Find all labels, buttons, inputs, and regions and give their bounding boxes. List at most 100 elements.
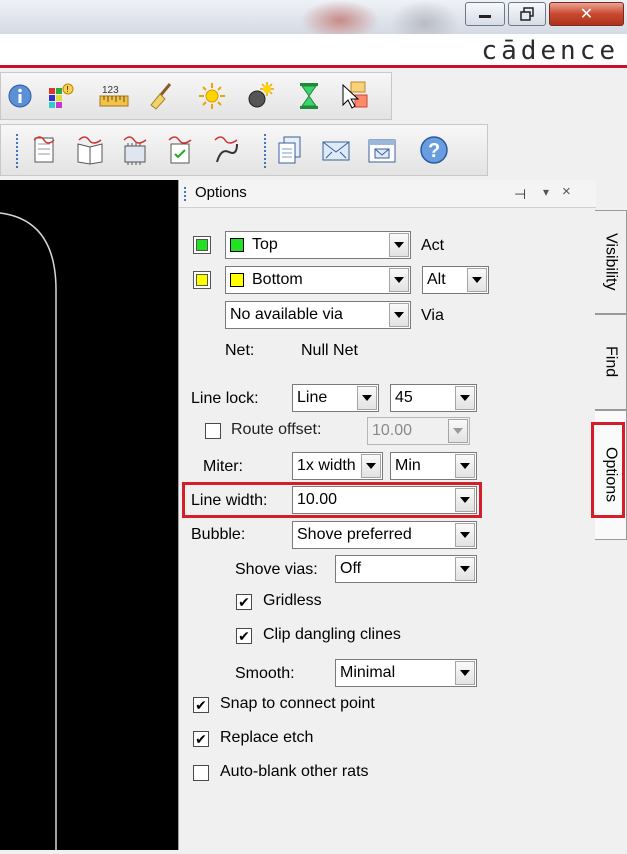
clip-dangling-checkbox[interactable]: ✔ xyxy=(236,628,252,644)
restore-icon xyxy=(520,7,534,21)
chevron-down-icon[interactable] xyxy=(455,454,475,478)
active-layer-select[interactable]: Top xyxy=(225,231,411,259)
chevron-down-icon[interactable] xyxy=(361,454,381,478)
chevron-down-icon[interactable] xyxy=(467,268,487,292)
board-outline xyxy=(0,212,57,850)
copy-docs-icon[interactable] xyxy=(273,133,307,167)
tab-visibility[interactable]: Visibility xyxy=(595,210,627,314)
chevron-down-icon[interactable] xyxy=(455,488,475,512)
chevron-down-icon[interactable] xyxy=(455,386,475,410)
info-icon[interactable] xyxy=(3,79,37,113)
chevron-down-icon[interactable] xyxy=(455,557,475,581)
pin-icon[interactable]: ⊣ xyxy=(514,186,526,203)
options-tab-highlight xyxy=(591,422,625,518)
minimize-button[interactable] xyxy=(465,2,505,26)
minimize-icon xyxy=(479,15,491,18)
route-offset-select: 10.00 xyxy=(367,417,470,445)
envelope-box-icon[interactable] xyxy=(365,133,399,167)
svg-text:?: ? xyxy=(428,140,440,162)
svg-text:!: ! xyxy=(67,85,69,94)
bottom-layer-color-button[interactable] xyxy=(193,271,211,289)
snap-checkbox[interactable]: ✔ xyxy=(193,697,209,713)
close-icon: ✕ xyxy=(579,6,594,23)
clip-dangling-label: Clip dangling clines xyxy=(263,626,401,643)
sun-icon[interactable] xyxy=(195,79,229,113)
toolbar-reports: ? xyxy=(0,124,488,176)
replace-etch-checkbox[interactable]: ✔ xyxy=(193,731,209,747)
gridless-checkbox[interactable]: ✔ xyxy=(236,594,252,610)
toolbar-grip[interactable] xyxy=(15,133,19,169)
toolbar-view: ! 123 xyxy=(0,72,392,120)
toolbar-grip[interactable] xyxy=(263,133,267,169)
cursor-pointer-icon[interactable] xyxy=(337,79,371,113)
svg-text:123: 123 xyxy=(102,85,119,96)
route-offset-label: Route offset: xyxy=(231,421,322,438)
line-width-label: Line width: xyxy=(191,492,268,509)
cadence-logo: cādence xyxy=(481,36,619,66)
panel-close-icon[interactable]: × xyxy=(562,183,571,200)
hourglass-icon[interactable] xyxy=(292,79,326,113)
panel-grip[interactable] xyxy=(183,186,187,202)
gridless-label: Gridless xyxy=(263,592,322,609)
auto-blank-label: Auto-blank other rats xyxy=(220,763,369,780)
auto-blank-checkbox[interactable] xyxy=(193,765,209,781)
snap-label: Snap to connect point xyxy=(220,695,375,712)
book-icon[interactable] xyxy=(73,133,107,167)
chevron-down-icon xyxy=(448,419,468,443)
top-layer-color-swatch xyxy=(196,239,208,251)
bubble-select[interactable]: Shove preferred xyxy=(292,521,477,549)
top-swatch xyxy=(230,238,244,252)
options-panel: Options ⊣ ▾ × Top Act Bottom Alt No avai… xyxy=(178,180,596,850)
net-label: Net: xyxy=(225,342,255,359)
chevron-down-icon[interactable] xyxy=(389,303,409,327)
route-offset-checkbox[interactable] xyxy=(205,423,221,439)
restore-button[interactable] xyxy=(508,2,546,26)
act-label: Act xyxy=(421,237,445,254)
tab-find[interactable]: Find xyxy=(595,314,627,410)
panel-title: Options xyxy=(195,184,247,201)
bottom-layer-color-swatch xyxy=(196,274,208,286)
design-canvas[interactable] xyxy=(0,180,178,850)
package-icon[interactable] xyxy=(118,133,152,167)
wire-probe-icon[interactable] xyxy=(209,133,243,167)
brand-bar: cādence xyxy=(0,34,627,68)
miter-label: Miter: xyxy=(203,458,243,475)
via-select[interactable]: No available via xyxy=(225,301,411,329)
top-layer-color-button[interactable] xyxy=(193,236,211,254)
line-lock-mode-select[interactable]: Line xyxy=(292,384,379,412)
broom-icon[interactable] xyxy=(144,79,178,113)
title-bar: ✕ xyxy=(0,0,627,34)
help-icon[interactable]: ? xyxy=(417,133,451,167)
chevron-down-icon[interactable] xyxy=(357,386,377,410)
sun-bomb-icon[interactable] xyxy=(243,79,277,113)
envelope-x-icon[interactable] xyxy=(319,133,353,167)
chevron-down-icon[interactable] xyxy=(389,233,409,257)
smooth-label: Smooth: xyxy=(235,665,295,682)
shove-vias-label: Shove vias: xyxy=(235,561,318,578)
miter-size-select[interactable]: 1x width xyxy=(292,452,383,480)
chevron-down-icon[interactable] xyxy=(455,523,475,547)
color-grid-icon[interactable]: ! xyxy=(43,79,77,113)
net-value: Null Net xyxy=(301,342,358,359)
line-lock-angle-select[interactable]: 45 xyxy=(390,384,477,412)
alt-select[interactable]: Alt xyxy=(422,266,489,294)
replace-etch-label: Replace etch xyxy=(220,729,314,746)
bottom-swatch xyxy=(230,273,244,287)
panel-header: Options ⊣ ▾ × xyxy=(179,180,596,208)
via-label: Via xyxy=(421,307,444,324)
report-icon[interactable] xyxy=(27,133,61,167)
panel-menu-icon[interactable]: ▾ xyxy=(543,185,549,199)
bubble-label: Bubble: xyxy=(191,526,246,543)
chevron-down-icon[interactable] xyxy=(455,661,475,685)
alternate-layer-select[interactable]: Bottom xyxy=(225,266,411,294)
side-tabs: Visibility Find Options xyxy=(591,210,627,540)
line-width-select[interactable]: 10.00 xyxy=(292,486,477,514)
line-lock-label: Line lock: xyxy=(191,390,259,407)
smooth-select[interactable]: Minimal xyxy=(335,659,477,687)
miter-mode-select[interactable]: Min xyxy=(390,452,477,480)
checklist-icon[interactable] xyxy=(163,133,197,167)
close-window-button[interactable]: ✕ xyxy=(549,2,624,26)
shove-vias-select[interactable]: Off xyxy=(335,555,477,583)
ruler-icon[interactable]: 123 xyxy=(97,79,131,113)
chevron-down-icon[interactable] xyxy=(389,268,409,292)
